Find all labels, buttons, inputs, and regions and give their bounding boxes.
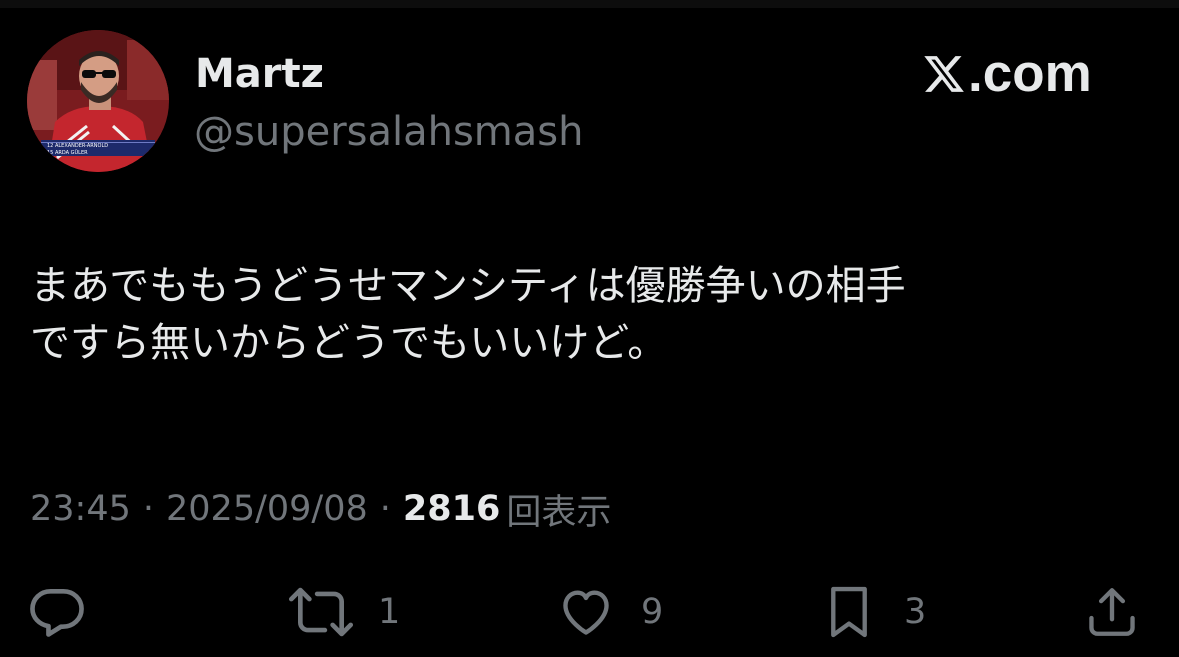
reply-button[interactable]: [26, 580, 88, 644]
heart-icon: [563, 590, 609, 635]
svg-text:15 ARDA GÜLER: 15 ARDA GÜLER: [47, 149, 88, 156]
x-logo-icon: [924, 56, 964, 92]
like-count: 9: [641, 592, 664, 632]
tweet-meta: 23:45 · 2025/09/08 · 2816 回表示: [30, 486, 612, 533]
meta-separator: ·: [379, 489, 391, 529]
reply-icon: [30, 589, 84, 637]
retweet-icon: [288, 587, 354, 637]
share-button[interactable]: [1083, 580, 1141, 644]
top-edge-bar: [0, 0, 1179, 8]
display-name[interactable]: Martz: [195, 50, 324, 98]
svg-text:12 ALEXANDER-ARNOLD: 12 ALEXANDER-ARNOLD: [47, 143, 108, 149]
action-bar: 1 9 3: [0, 580, 1179, 644]
tweet-text-line: まあでももうどうせマンシティは優勝争いの相手: [30, 263, 906, 309]
retweet-button[interactable]: 1: [286, 580, 400, 644]
avatar-image: 12 ALEXANDER-ARNOLD 15 ARDA GÜLER: [27, 30, 169, 172]
tweet-date[interactable]: 2025/09/08: [166, 489, 368, 529]
brand-watermark: .com: [922, 46, 1092, 102]
tweet-time[interactable]: 23:45: [30, 489, 131, 529]
bookmark-count: 3: [904, 592, 927, 632]
retweet-count: 1: [378, 592, 401, 632]
like-button[interactable]: 9: [557, 580, 663, 644]
meta-separator: ·: [142, 489, 155, 529]
user-handle[interactable]: @supersalahsmash: [194, 108, 583, 156]
avatar[interactable]: 12 ALEXANDER-ARNOLD 15 ARDA GÜLER: [27, 30, 169, 172]
bookmark-icon: [831, 586, 867, 638]
brand-label: .com: [968, 44, 1092, 103]
view-count[interactable]: 2816: [403, 489, 500, 529]
share-icon: [1089, 588, 1135, 636]
tweet-text: まあでももうどうせマンシティは優勝争いの相手 ですら無いからどうでもいいけど。: [30, 258, 1150, 372]
tweet-text-line: ですら無いからどうでもいいけど。: [30, 320, 668, 366]
bookmark-button[interactable]: 3: [820, 580, 926, 644]
view-label: 回表示: [506, 492, 612, 533]
